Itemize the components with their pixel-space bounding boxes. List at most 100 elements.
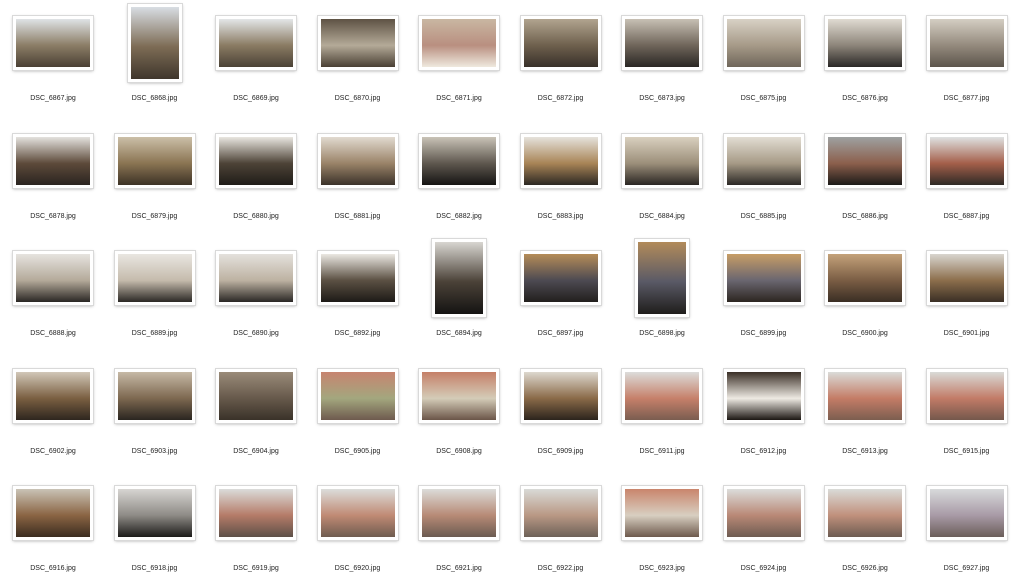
file-thumbnail-container[interactable] <box>713 118 815 204</box>
file-thumbnail[interactable] <box>419 368 499 423</box>
file-thumbnail[interactable] <box>926 16 1007 70</box>
file-item[interactable]: DSC_6886.jpg <box>814 118 916 235</box>
file-name-label[interactable]: DSC_6908.jpg <box>408 447 510 456</box>
file-item[interactable]: DSC_6876.jpg <box>814 0 916 117</box>
file-item[interactable]: DSC_6898.jpg <box>611 235 713 352</box>
file-item[interactable]: DSC_6915.jpg <box>916 353 1018 470</box>
file-name-label[interactable]: DSC_6915.jpg <box>916 447 1018 456</box>
file-thumbnail-container[interactable] <box>510 0 612 86</box>
file-thumbnail[interactable] <box>723 368 804 423</box>
file-name-label[interactable]: DSC_6870.jpg <box>307 94 409 103</box>
file-name-label[interactable]: DSC_6869.jpg <box>205 94 307 103</box>
file-name-label[interactable]: DSC_6909.jpg <box>510 447 612 456</box>
file-name-label[interactable]: DSC_6927.jpg <box>916 564 1018 573</box>
file-item[interactable]: DSC_6897.jpg <box>510 235 612 352</box>
file-name-label[interactable]: DSC_6913.jpg <box>814 447 916 456</box>
file-item[interactable]: DSC_6873.jpg <box>611 0 713 117</box>
file-thumbnail-container[interactable] <box>307 235 409 321</box>
file-thumbnail-container[interactable] <box>307 470 409 556</box>
file-name-label[interactable]: DSC_6905.jpg <box>307 447 409 456</box>
file-item[interactable]: DSC_6887.jpg <box>916 118 1018 235</box>
file-name-label[interactable]: DSC_6875.jpg <box>713 94 815 103</box>
file-thumbnail[interactable] <box>723 16 804 70</box>
file-item[interactable]: DSC_6899.jpg <box>713 235 815 352</box>
file-thumbnail[interactable] <box>926 133 1007 188</box>
file-item[interactable]: DSC_6905.jpg <box>307 353 409 470</box>
file-item[interactable]: DSC_6888.jpg <box>2 235 104 352</box>
file-name-label[interactable]: DSC_6878.jpg <box>2 212 104 221</box>
file-item[interactable]: DSC_6875.jpg <box>713 0 815 117</box>
file-name-label[interactable]: DSC_6873.jpg <box>611 94 713 103</box>
file-item[interactable]: DSC_6920.jpg <box>307 470 409 587</box>
file-name-label[interactable]: DSC_6886.jpg <box>814 212 916 221</box>
file-thumbnail[interactable] <box>216 16 296 70</box>
file-thumbnail-container[interactable] <box>2 353 104 439</box>
file-item[interactable]: DSC_6923.jpg <box>611 470 713 587</box>
file-item[interactable]: DSC_6927.jpg <box>916 470 1018 587</box>
file-thumbnail-container[interactable] <box>611 353 713 439</box>
file-name-label[interactable]: DSC_6924.jpg <box>713 564 815 573</box>
file-thumbnail-container[interactable] <box>104 118 206 204</box>
file-name-label[interactable]: DSC_6884.jpg <box>611 212 713 221</box>
file-thumbnail[interactable] <box>520 368 601 423</box>
file-name-label[interactable]: DSC_6887.jpg <box>916 212 1018 221</box>
file-thumbnail[interactable] <box>13 368 93 423</box>
file-thumbnail[interactable] <box>13 251 93 305</box>
file-item[interactable]: DSC_6892.jpg <box>307 235 409 352</box>
file-item[interactable]: DSC_6882.jpg <box>408 118 510 235</box>
file-name-label[interactable]: DSC_6904.jpg <box>205 447 307 456</box>
file-thumbnail[interactable] <box>114 251 195 305</box>
file-thumbnail[interactable] <box>825 486 905 540</box>
file-name-label[interactable]: DSC_6868.jpg <box>104 94 206 103</box>
file-thumbnail[interactable] <box>317 133 398 188</box>
file-thumbnail[interactable] <box>419 16 499 70</box>
file-name-label[interactable]: DSC_6921.jpg <box>408 564 510 573</box>
file-thumbnail[interactable] <box>317 16 398 70</box>
file-thumbnail-container[interactable] <box>510 470 612 556</box>
file-thumbnail[interactable] <box>622 486 702 540</box>
file-thumbnail-container[interactable] <box>713 353 815 439</box>
file-name-label[interactable]: DSC_6898.jpg <box>611 329 713 338</box>
file-thumbnail-container[interactable] <box>916 353 1018 439</box>
file-name-label[interactable]: DSC_6892.jpg <box>307 329 409 338</box>
file-thumbnail[interactable] <box>723 486 804 540</box>
file-thumbnail[interactable] <box>635 239 689 317</box>
file-thumbnail[interactable] <box>825 251 905 305</box>
file-thumbnail[interactable] <box>216 251 296 305</box>
file-item[interactable]: DSC_6877.jpg <box>916 0 1018 117</box>
file-thumbnail-container[interactable] <box>510 118 612 204</box>
file-thumbnail[interactable] <box>419 133 499 188</box>
file-item[interactable]: DSC_6903.jpg <box>104 353 206 470</box>
file-thumbnail[interactable] <box>926 368 1007 423</box>
file-item[interactable]: DSC_6885.jpg <box>713 118 815 235</box>
file-thumbnail[interactable] <box>825 368 905 423</box>
file-thumbnail[interactable] <box>216 368 296 423</box>
file-name-label[interactable]: DSC_6900.jpg <box>814 329 916 338</box>
file-thumbnail-container[interactable] <box>104 0 206 86</box>
file-name-label[interactable]: DSC_6918.jpg <box>104 564 206 573</box>
file-item[interactable]: DSC_6900.jpg <box>814 235 916 352</box>
file-thumbnail[interactable] <box>926 251 1007 305</box>
file-item[interactable]: DSC_6921.jpg <box>408 470 510 587</box>
file-thumbnail-container[interactable] <box>408 353 510 439</box>
file-item[interactable]: DSC_6878.jpg <box>2 118 104 235</box>
file-item[interactable]: DSC_6884.jpg <box>611 118 713 235</box>
file-item[interactable]: DSC_6913.jpg <box>814 353 916 470</box>
file-thumbnail-container[interactable] <box>307 0 409 86</box>
file-thumbnail[interactable] <box>127 4 182 82</box>
file-thumbnail-container[interactable] <box>205 235 307 321</box>
file-name-label[interactable]: DSC_6920.jpg <box>307 564 409 573</box>
file-thumbnail-container[interactable] <box>2 118 104 204</box>
file-item[interactable]: DSC_6922.jpg <box>510 470 612 587</box>
file-thumbnail[interactable] <box>622 16 702 70</box>
file-item[interactable]: DSC_6902.jpg <box>2 353 104 470</box>
file-thumbnail[interactable] <box>825 16 905 70</box>
file-name-label[interactable]: DSC_6926.jpg <box>814 564 916 573</box>
file-item[interactable]: DSC_6904.jpg <box>205 353 307 470</box>
file-thumbnail[interactable] <box>432 239 486 317</box>
file-name-label[interactable]: DSC_6922.jpg <box>510 564 612 573</box>
file-item[interactable]: DSC_6919.jpg <box>205 470 307 587</box>
file-thumbnail[interactable] <box>723 133 804 188</box>
file-thumbnail[interactable] <box>520 251 601 305</box>
file-thumbnail[interactable] <box>622 368 702 423</box>
